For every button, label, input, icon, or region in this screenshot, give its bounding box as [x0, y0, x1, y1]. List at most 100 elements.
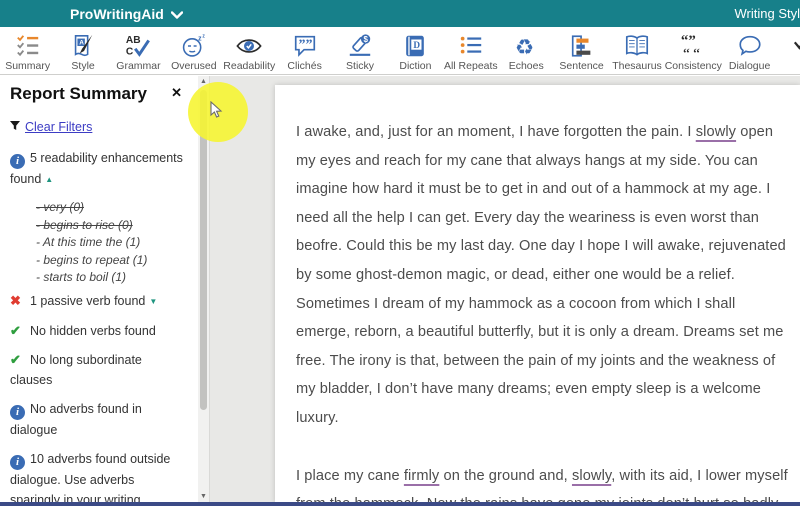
- collapse-arrow-icon[interactable]: ▲: [45, 175, 53, 184]
- filter-funnel-icon: [10, 118, 20, 136]
- finding-subitem[interactable]: - At this time the (1): [36, 234, 184, 252]
- toolbar-item-consistency[interactable]: “” ‘‘ ‘‘ Consistency: [665, 27, 722, 74]
- top-bar: ProWritingAid Writing Styl: [0, 0, 800, 27]
- svg-text:D: D: [414, 41, 421, 51]
- chevron-down-icon: [170, 6, 184, 22]
- toolbar-item-label: Sentence: [559, 60, 604, 72]
- toolbar-item-overused[interactable]: z z Overused: [166, 27, 221, 74]
- toolbar-item-label: Summary: [5, 60, 51, 72]
- summary-checklist-icon: [15, 32, 41, 59]
- toolbar-item-p[interactable]: P: [777, 27, 800, 74]
- cliches-icon: ””: [292, 32, 318, 59]
- svg-text:AB: AB: [126, 35, 141, 46]
- finding-subitem[interactable]: - starts to boil (1): [36, 269, 184, 287]
- toolbar-item-label: Diction: [399, 60, 432, 72]
- sticky-icon: $: [347, 32, 373, 59]
- report-findings-list: i5 readability enhancements found ▲ - very…: [10, 148, 184, 502]
- diction-icon: D: [402, 32, 428, 59]
- svg-text:A: A: [79, 39, 84, 46]
- info-icon: i: [10, 454, 25, 470]
- finding-text: 5 readability enhancements found: [10, 151, 183, 186]
- clear-filters-link[interactable]: Clear Filters: [10, 118, 184, 136]
- toolbar-item-label: Echoes: [508, 60, 544, 72]
- document-paragraph: I place my cane firmly on the ground and…: [296, 462, 788, 503]
- check-icon: ✔: [10, 322, 21, 338]
- finding-text: No adverbs found in dialogue: [10, 401, 142, 437]
- toolbar-item-style[interactable]: A Style: [55, 27, 110, 74]
- toolbar-item-clich-s[interactable]: ”” Clichés: [277, 27, 332, 74]
- panel-title: Report Summary: [10, 84, 147, 103]
- toolbar-item-label: Readability: [223, 60, 276, 72]
- finding-text: No long subordinate clauses: [10, 352, 142, 387]
- highlighted-word[interactable]: slowly: [572, 468, 611, 484]
- app-menu[interactable]: ProWritingAid: [70, 5, 184, 22]
- echoes-icon: ♻: [513, 32, 539, 59]
- report-finding-item[interactable]: i 10 adverbs found outside dialogue. Use …: [10, 449, 184, 502]
- toolbar-item-summary[interactable]: Summary: [0, 27, 55, 74]
- finding-subitem[interactable]: - begins to rise (0): [36, 217, 184, 235]
- document-page[interactable]: I awake, and, just for an moment, I have…: [275, 85, 800, 503]
- report-finding-item[interactable]: i No adverbs found in dialogue: [10, 399, 184, 440]
- thesaurus-icon: [624, 32, 650, 59]
- toolbar-item-thesaurus[interactable]: Thesaurus: [609, 27, 664, 74]
- highlighted-word[interactable]: slowly: [696, 124, 736, 140]
- toolbar-item-label: Dialogue: [728, 60, 771, 72]
- scroll-down-icon[interactable]: ▼: [200, 493, 207, 500]
- toolbar-item-label: Clichés: [287, 60, 322, 72]
- toolbar-item-all-repeats[interactable]: All Repeats: [443, 27, 498, 74]
- report-toolbar: Summary A Style AB C Grammar z z Overused Readabi…: [0, 27, 800, 75]
- toolbar-item-echoes[interactable]: ♻ Echoes: [499, 27, 554, 74]
- finding-text: 1 passive verb found: [30, 293, 146, 308]
- grammar-icon: AB C: [125, 32, 151, 59]
- toolbar-item-label: Consistency: [664, 60, 722, 72]
- svg-text:z: z: [202, 33, 205, 39]
- finding-subitem[interactable]: - very (0): [36, 199, 184, 217]
- info-icon: i: [10, 154, 25, 169]
- toolbar-item-diction[interactable]: D Diction: [388, 27, 443, 74]
- scroll-up-icon[interactable]: ▲: [200, 78, 207, 85]
- report-summary-panel: Report Summary ✕ Clear Filters i5 readab…: [0, 76, 210, 502]
- toolbar-item-readability[interactable]: Readability: [222, 27, 277, 74]
- scrollbar-thumb[interactable]: [200, 90, 207, 410]
- dialogue-icon: [737, 32, 763, 59]
- toolbar-item-label: Thesaurus: [612, 60, 662, 72]
- paragraph-text: open my eyes and reach for my cane that …: [296, 124, 786, 426]
- clear-filters-label[interactable]: Clear Filters: [25, 120, 92, 134]
- check-icon: ✔: [10, 351, 21, 367]
- finding-subitem[interactable]: - begins to repeat (1): [36, 252, 184, 270]
- paragraph-text: I awake, and, just for an moment, I have…: [296, 124, 696, 140]
- toolbar-item-sentence[interactable]: Sentence: [554, 27, 609, 74]
- toolbar-item-label: All Repeats: [443, 60, 498, 72]
- toolbar-item-grammar[interactable]: AB C Grammar: [111, 27, 166, 74]
- toolbar-item-dialogue[interactable]: Dialogue: [722, 27, 777, 74]
- finding-text: No hidden verbs found: [30, 323, 156, 338]
- sentence-icon: [569, 32, 595, 59]
- svg-text:””: ””: [298, 37, 312, 52]
- toolbar-item-label: Style: [71, 60, 95, 72]
- report-finding-item[interactable]: ✖ 1 passive verb found ▼: [10, 291, 184, 312]
- content-area: Report Summary ✕ Clear Filters i5 readab…: [0, 76, 800, 503]
- writing-style-label[interactable]: Writing Styl: [735, 6, 800, 21]
- editor-background: I awake, and, just for an moment, I have…: [211, 76, 800, 503]
- overused-icon: zz: [181, 32, 207, 59]
- toolbar-item-sticky[interactable]: $ Sticky: [332, 27, 387, 74]
- sidebar-scrollbar[interactable]: ▲ ▼: [198, 76, 209, 502]
- report-finding-item[interactable]: ✔ No hidden verbs found: [10, 321, 184, 341]
- report-finding-item[interactable]: ✔ No long subordinate clauses: [10, 350, 184, 390]
- pacing-icon: [792, 32, 800, 59]
- app-title: ProWritingAid: [70, 5, 164, 22]
- finding-sublist: - very (0) - begins to rise (0) - At this …: [10, 199, 184, 287]
- prowritingaid-app: ProWritingAid Writing Styl Summary A Style…: [0, 0, 800, 506]
- report-finding-item[interactable]: i5 readability enhancements found ▲: [10, 148, 184, 190]
- bottom-accent-bar: [0, 502, 800, 506]
- style-icon: A: [70, 32, 96, 59]
- svg-text:$: $: [364, 34, 369, 43]
- svg-text:C: C: [126, 46, 134, 57]
- info-icon: i: [10, 404, 25, 420]
- close-icon[interactable]: ✕: [171, 86, 182, 99]
- consistency-icon: “” ‘‘ ‘‘: [680, 32, 706, 59]
- highlighted-word[interactable]: firmly: [404, 468, 439, 484]
- expand-arrow-icon[interactable]: ▼: [149, 297, 157, 306]
- paragraph-text: I place my cane: [296, 467, 404, 484]
- toolbar-item-label: Sticky: [346, 60, 375, 72]
